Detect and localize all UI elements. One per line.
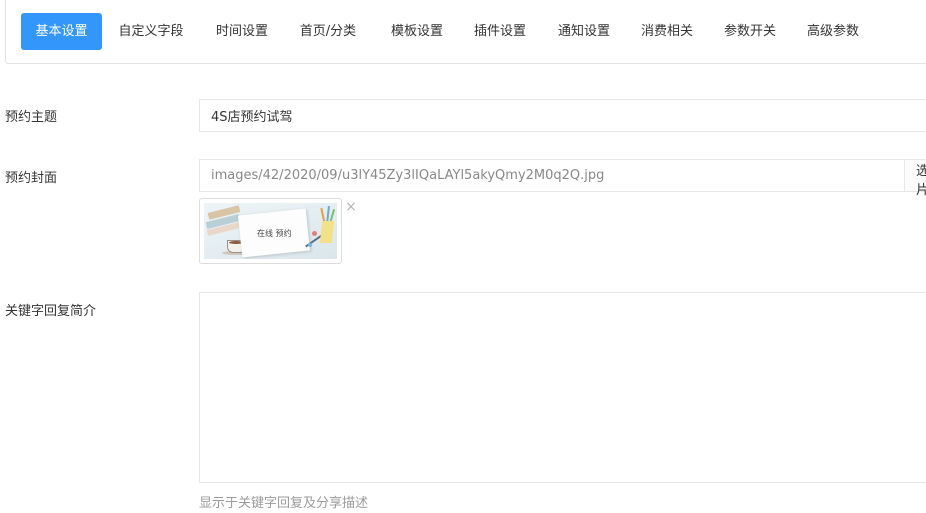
thumbnail-caption: 在线 预约 (256, 228, 292, 238)
cover-label: 预约封面 (5, 171, 58, 186)
tab-template-settings[interactable]: 模板设置 (377, 13, 457, 50)
subject-input[interactable] (199, 99, 926, 132)
keyword-intro-help-text: 显示于关键字回复及分享描述 (199, 496, 369, 511)
tab-custom-fields[interactable]: 自定义字段 (111, 13, 191, 50)
decor-dot (308, 243, 312, 247)
settings-tab-bar: 基本设置 自定义字段 时间设置 首页/分类 模板设置 插件设置 通知设置 消费相… (5, 0, 926, 64)
decor-dot (312, 231, 317, 236)
cover-thumbnail: 在线 预约 (199, 198, 342, 264)
tab-home-category[interactable]: 首页/分类 (288, 13, 368, 50)
tab-parameter-switches[interactable]: 参数开关 (710, 13, 790, 50)
keyword-intro-label: 关键字回复简介 (5, 304, 97, 319)
subject-label: 预约主题 (5, 110, 58, 125)
tab-advanced-parameters[interactable]: 高级参数 (793, 13, 873, 50)
thumbnail-card: 在线 预约 (237, 208, 311, 258)
keyword-intro-textarea[interactable] (199, 292, 926, 483)
tab-basic-settings[interactable]: 基本设置 (21, 13, 102, 50)
tab-plugin-settings[interactable]: 插件设置 (460, 13, 540, 50)
tab-time-settings[interactable]: 时间设置 (202, 13, 282, 50)
remove-image-close-icon[interactable]: × (345, 200, 357, 214)
cover-thumbnail-image: 在线 预约 (204, 203, 337, 259)
pencil-cup-icon (319, 221, 335, 243)
tab-notification-settings[interactable]: 通知设置 (544, 13, 624, 50)
tab-consumption[interactable]: 消费相关 (627, 13, 707, 50)
cover-path-input[interactable] (199, 159, 905, 192)
select-image-button[interactable]: 选择图片 (904, 159, 926, 198)
